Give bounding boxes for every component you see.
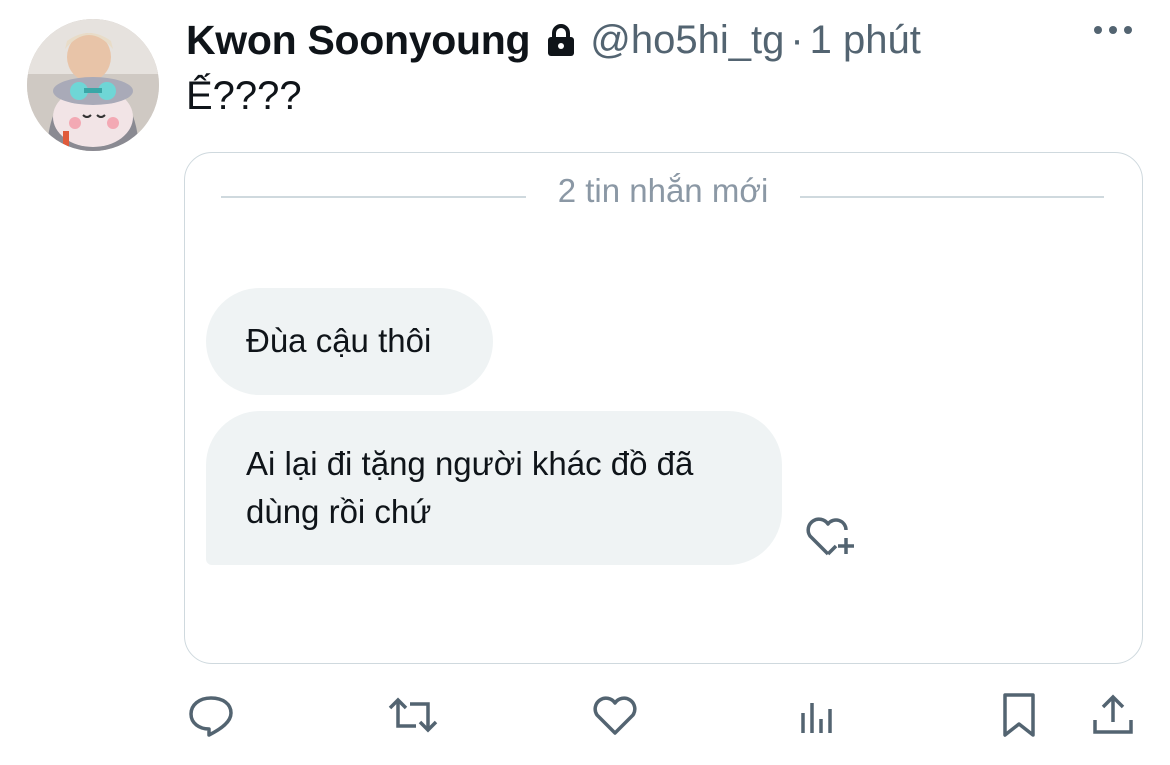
message-bubble: Đùa cậu thôi: [206, 288, 493, 395]
heart-plus-icon: [804, 514, 858, 565]
message-text-line: dùng rồi chứ: [246, 493, 432, 530]
separator-dot: ·: [790, 17, 804, 62]
more-icon[interactable]: [1094, 26, 1132, 34]
like-icon[interactable]: [588, 690, 642, 740]
author-handle[interactable]: @ho5hi_tg: [590, 18, 784, 63]
divider-line-right: [800, 196, 1104, 198]
message-text: Đùa cậu thôi: [246, 322, 432, 359]
divider-line-left: [221, 196, 526, 198]
lock-icon: [546, 23, 576, 57]
media-card[interactable]: [184, 152, 1143, 664]
new-messages-divider: 2 tin nhắn mới: [557, 172, 769, 209]
tweet-header: Kwon Soonyoung @ho5hi_tg · 1 phút: [186, 12, 921, 68]
timestamp[interactable]: 1 phút: [810, 18, 921, 63]
action-bar: [0, 690, 1170, 740]
message-text-line: Ai lại đi tặng người khác đồ đã: [246, 445, 694, 482]
avatar[interactable]: [27, 19, 159, 151]
reply-icon[interactable]: [184, 690, 238, 740]
author-name[interactable]: Kwon Soonyoung: [186, 17, 531, 64]
views-icon[interactable]: [790, 690, 844, 740]
bookmark-icon[interactable]: [992, 690, 1046, 740]
retweet-icon[interactable]: [386, 690, 440, 740]
message-bubble: Ai lại đi tặng người khác đồ đã dùng rồi…: [206, 411, 782, 565]
tweet-text: Ế????: [186, 74, 302, 118]
share-icon[interactable]: [1086, 690, 1140, 740]
